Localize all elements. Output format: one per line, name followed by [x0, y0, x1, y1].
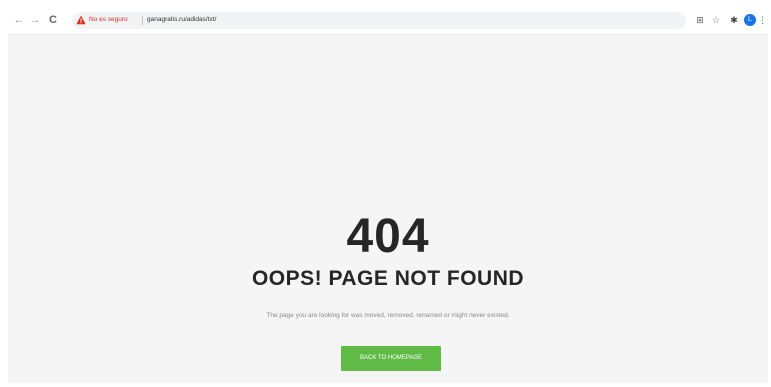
address-divider	[142, 16, 143, 25]
reload-icon: C	[49, 14, 57, 26]
back-to-homepage-button[interactable]: BACK TO HOMEPAGE	[341, 346, 441, 371]
browser-menu-button[interactable]: ⋮	[758, 14, 767, 26]
browser-toolbar: ← → C No es seguro ganagratis.ru/adidas/…	[8, 8, 768, 35]
extensions-button[interactable]: ✱	[728, 14, 740, 26]
translate-icon: ⊞	[696, 15, 704, 25]
arrow-left-icon: ←	[13, 14, 25, 26]
back-button[interactable]: ←	[12, 13, 26, 27]
reload-button[interactable]: C	[46, 13, 60, 27]
browser-window: ← → C No es seguro ganagratis.ru/adidas/…	[8, 8, 768, 383]
arrow-right-icon: →	[29, 14, 41, 26]
error-description: The page you are looking for was moved, …	[266, 312, 510, 319]
address-bar[interactable]: No es seguro ganagratis.ru/adidas/txt/	[72, 12, 686, 29]
kebab-menu-icon: ⋮	[758, 15, 767, 25]
not-secure-label[interactable]: No es seguro	[89, 15, 128, 25]
profile-avatar[interactable]: L	[744, 14, 756, 26]
error-code: 404	[346, 210, 430, 263]
puzzle-icon: ✱	[730, 15, 738, 25]
forward-button[interactable]: →	[28, 13, 42, 27]
error-title: OOPS! PAGE NOT FOUND	[251, 267, 525, 290]
warning-icon	[76, 15, 86, 25]
avatar-letter: L	[748, 16, 752, 23]
url-text[interactable]: ganagratis.ru/adidas/txt/	[147, 15, 216, 25]
translate-button[interactable]: ⊞	[694, 14, 706, 26]
bookmark-button[interactable]: ☆	[710, 14, 722, 26]
star-icon: ☆	[711, 15, 721, 25]
page-content: 404 OOPS! PAGE NOT FOUND The page you ar…	[8, 35, 768, 383]
